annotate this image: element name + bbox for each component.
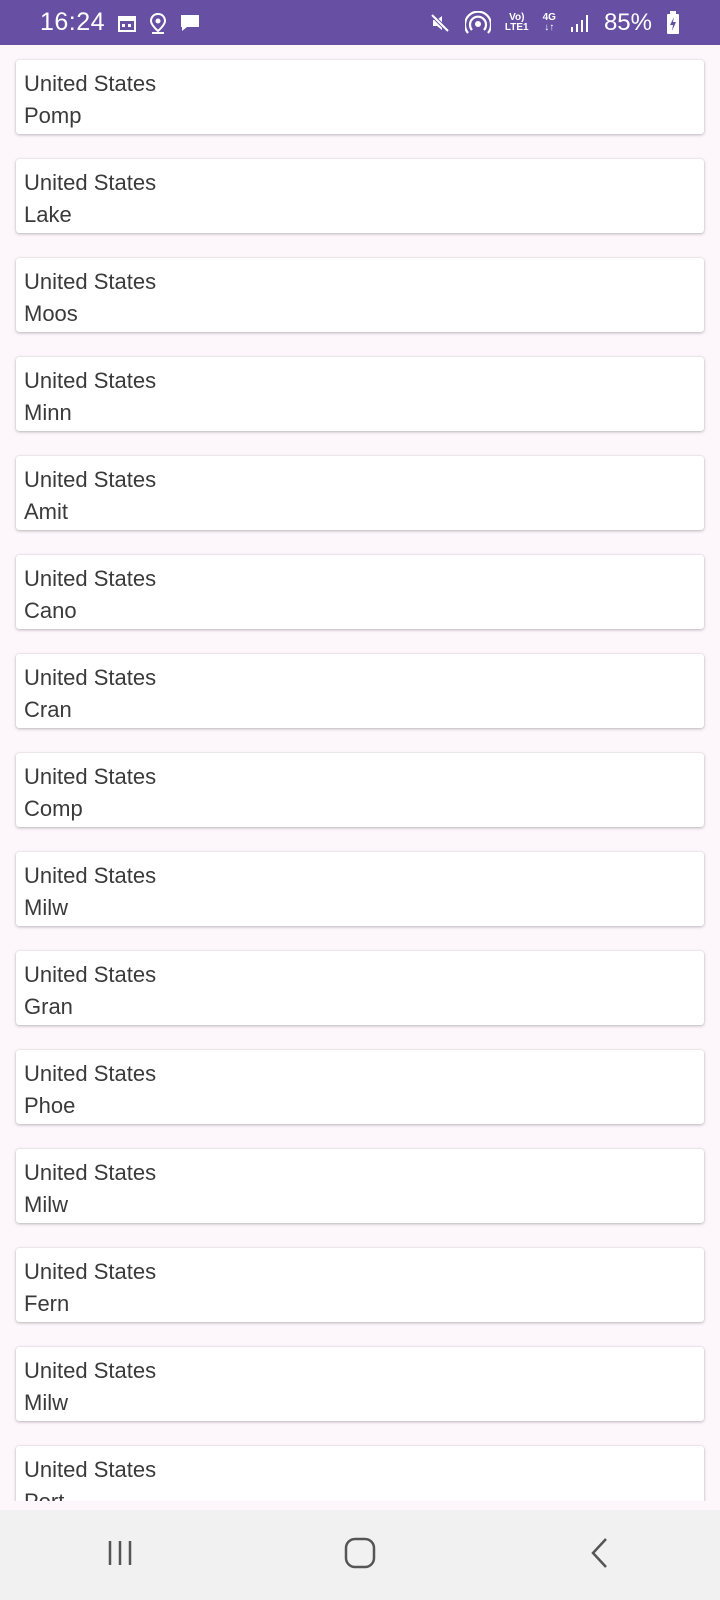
item-city: Pomp <box>24 103 82 128</box>
item-country: United States <box>24 368 157 393</box>
navigation-bar <box>0 1510 720 1600</box>
item-city: Milw <box>24 895 68 920</box>
list-item[interactable]: United States Moos <box>16 258 704 332</box>
mute-icon <box>429 12 451 34</box>
list-item[interactable]: United States Port <box>16 1446 704 1501</box>
list-item[interactable]: United States Amit <box>16 456 704 530</box>
list-item[interactable]: United States Cran <box>16 654 704 728</box>
4g-label: 4G <box>542 11 556 23</box>
item-city: Amit <box>24 499 68 524</box>
list-item[interactable]: United States Minn <box>16 357 704 431</box>
list-item[interactable]: United States Gran <box>16 951 704 1025</box>
list-item[interactable]: United States Milw <box>16 1149 704 1223</box>
item-city: Milw <box>24 1192 68 1217</box>
location-icon <box>149 12 167 34</box>
item-city: Cran <box>24 697 72 722</box>
item-city: Port <box>24 1486 704 1501</box>
battery-charging-icon <box>666 10 680 35</box>
home-icon <box>343 1536 377 1575</box>
item-city: Cano <box>24 598 77 623</box>
item-country: United States <box>24 962 157 987</box>
list-item[interactable]: United States Fern <box>16 1248 704 1322</box>
status-left: 16:24 <box>40 8 201 37</box>
item-country: United States <box>24 467 157 492</box>
item-country: United States <box>24 863 157 888</box>
back-icon <box>588 1536 612 1575</box>
hotspot-icon <box>464 10 491 35</box>
city-list[interactable]: United States Pomp United States Lake United… <box>0 45 720 1501</box>
item-country: United States <box>24 269 157 294</box>
list-item[interactable]: United States Pomp <box>16 60 704 134</box>
status-right: Vo) LTE1 4G ↓↑ 85% <box>429 9 680 37</box>
item-country: United States <box>24 665 157 690</box>
list-item[interactable]: United States Milw <box>16 1347 704 1421</box>
calendar-icon <box>117 13 137 33</box>
item-country: United States <box>24 1259 157 1284</box>
item-city: Comp <box>24 796 83 821</box>
item-country: United States <box>24 1358 157 1383</box>
item-city: Lake <box>24 202 72 227</box>
item-country: United States <box>24 764 157 789</box>
list-item[interactable]: United States Milw <box>16 852 704 926</box>
back-button[interactable] <box>560 1525 640 1585</box>
list-item[interactable]: United States Comp <box>16 753 704 827</box>
item-city: Gran <box>24 994 73 1019</box>
recent-apps-icon <box>105 1538 135 1573</box>
item-country: United States <box>24 566 157 591</box>
item-country: United States <box>24 71 157 96</box>
item-country: United States <box>24 1160 157 1185</box>
item-city: Phoe <box>24 1093 76 1118</box>
battery-percent: 85% <box>603 8 652 36</box>
home-button[interactable] <box>320 1525 400 1585</box>
item-city: Milw <box>24 1390 68 1415</box>
message-icon <box>179 13 201 33</box>
list-item[interactable]: United States Cano <box>16 555 704 629</box>
volte-icon: Vo) LTE1 <box>504 12 529 33</box>
item-city: Moos <box>24 301 78 326</box>
list-item[interactable]: United States Phoe <box>16 1050 704 1124</box>
item-country: United States <box>24 1061 157 1086</box>
list-item[interactable]: United States Lake <box>16 159 704 233</box>
item-city: Minn <box>24 400 72 425</box>
data-4g-icon: 4G ↓↑ <box>542 11 556 33</box>
item-country: United States <box>24 170 157 195</box>
status-bar: 16:24 Vo) LTE1 4G ↓↑ 85% <box>0 0 720 45</box>
recent-apps-button[interactable] <box>80 1525 160 1585</box>
item-country: United States <box>24 1457 157 1482</box>
status-time: 16:24 <box>40 8 106 36</box>
signal-icon <box>570 13 590 33</box>
item-city: Fern <box>24 1291 70 1316</box>
lte-label: LTE1 <box>504 21 529 33</box>
